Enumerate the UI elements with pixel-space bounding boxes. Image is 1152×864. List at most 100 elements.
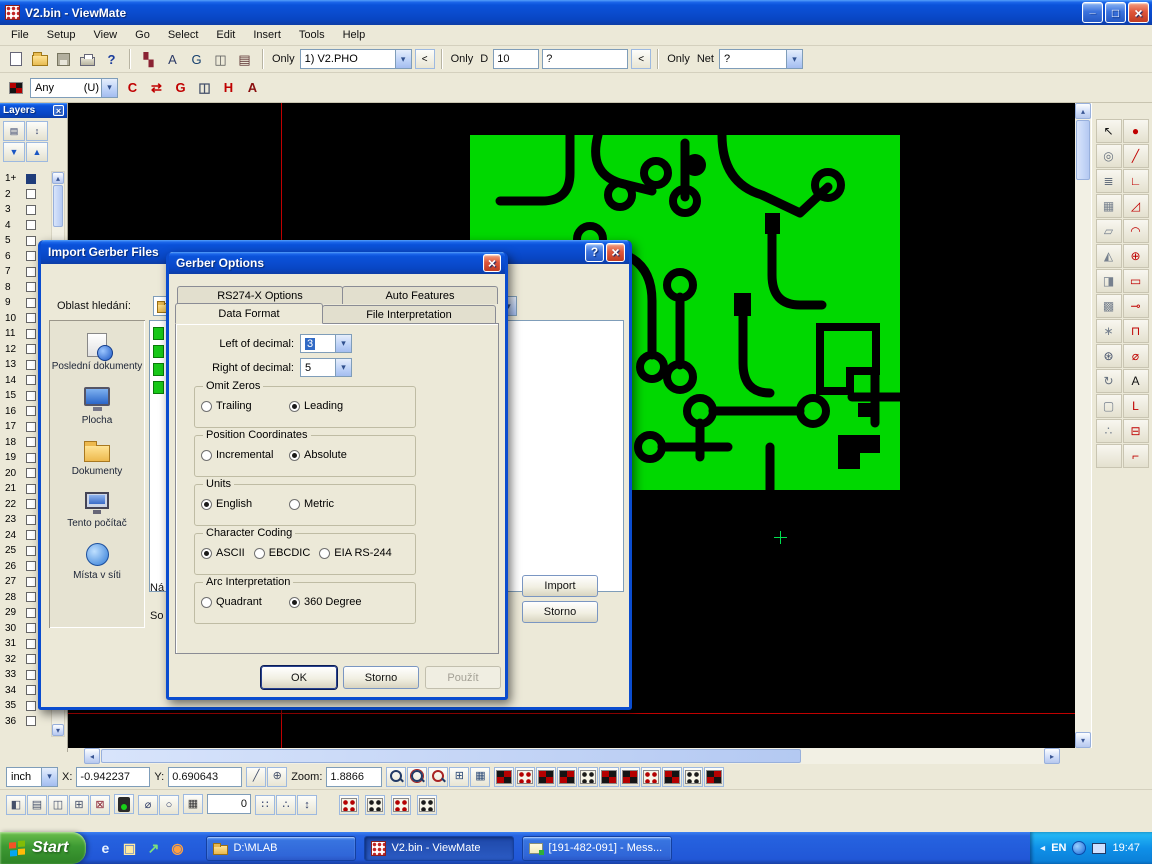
j-tool-icon[interactable]: ⌐ [1123,444,1149,468]
ql-folders-icon[interactable]: ▣ [118,836,140,860]
layer-visibility-checkbox[interactable] [26,267,36,277]
diag-measure-icon[interactable]: ╱ [246,767,266,787]
dcode-list-icon[interactable]: ▦ [183,794,203,814]
cancel-button[interactable]: Storno [343,666,419,689]
overlay-icon[interactable]: ◫ [193,77,216,99]
rotate-ccw-icon[interactable]: ↻ [1096,369,1122,393]
close-button[interactable] [606,243,625,262]
zoom-field[interactable] [326,767,382,787]
frame-icon[interactable]: ▢ [1096,394,1122,418]
half-fill-icon[interactable]: ◨ [1096,269,1122,293]
place-computer[interactable]: Tento počítač [49,485,145,537]
stack-icon[interactable]: ≣ [1096,169,1122,193]
layers-panel-titlebar[interactable]: Layers [0,103,67,118]
radio-quadrant[interactable]: Quadrant [201,596,289,608]
dcode-input[interactable] [493,49,539,69]
circle-dcode-icon[interactable]: ○ [159,795,179,815]
layer-visibility-checkbox[interactable] [26,282,36,292]
mirror-y-icon[interactable]: H [217,77,240,99]
active-layer-combo[interactable]: 1) V2.PHO [300,49,412,69]
layer-visibility-checkbox[interactable] [26,716,36,726]
layer-visibility-checkbox[interactable] [26,530,36,540]
menu-go[interactable]: Go [126,26,159,44]
minimize-button[interactable] [1082,2,1103,23]
apply-button[interactable]: Použít [425,666,501,689]
film-box-icon[interactable]: ◫ [209,48,232,70]
polyline-tool-icon[interactable]: ∟ [1123,169,1149,193]
layer-visibility-checkbox[interactable] [26,360,36,370]
tab-rs274x-options[interactable]: RS274-X Options [177,286,343,304]
combo-arrow-icon[interactable] [786,50,802,68]
pointer-tool-icon[interactable]: ↖ [1096,119,1122,143]
selection-filter-icon[interactable] [4,77,27,99]
layer-visibility-checkbox[interactable] [26,484,36,494]
left-of-decimal-combo[interactable]: 3 [300,334,352,353]
layer-row[interactable]: 3 [2,202,50,218]
tray-display-icon[interactable] [1092,843,1106,854]
radio-360-degree[interactable]: 360 Degree [289,596,377,608]
dcode-film-icon-10[interactable] [683,767,703,787]
place-network[interactable]: Místa v síti [49,536,145,589]
pad-pattern-icon-2[interactable] [365,795,385,815]
rect-tool-icon[interactable]: ▭ [1123,269,1149,293]
start-button[interactable]: Start [0,832,86,864]
hatch-icon[interactable]: ▩ [1096,294,1122,318]
select-mode-combo[interactable]: Any (U) [30,78,118,98]
tab-file-interpretation[interactable]: File Interpretation [322,305,496,323]
scroll-down-icon[interactable]: ▾ [1075,732,1091,748]
dcode-film-icon-9[interactable] [662,767,682,787]
dcode-film-icon-11[interactable] [704,767,724,787]
place-documents[interactable]: Dokumenty [49,433,145,485]
layer-visibility-checkbox[interactable] [26,608,36,618]
blank-tool-icon[interactable] [1096,444,1122,468]
save-icon[interactable] [52,48,75,70]
units-combo[interactable]: inch [6,767,58,787]
filled-square-icon[interactable]: ▦ [1096,194,1122,218]
task-button-viewmate[interactable]: V2.bin - ViewMate [364,836,514,861]
dcode-table-icon[interactable]: ▤ [233,48,256,70]
task-button-message[interactable]: [191-482-091] - Mess... [522,836,672,861]
canvas-hscrollbar[interactable]: ◂ ▸ [84,748,1060,764]
zoom-in-icon[interactable] [428,767,448,787]
menu-setup[interactable]: Setup [38,26,85,44]
scroll-left-icon[interactable]: ◂ [84,748,100,764]
dcode-film-icon-5[interactable] [578,767,598,787]
scroll-up-icon[interactable]: ▴ [1075,103,1091,119]
place-desktop[interactable]: Plocha [49,380,145,434]
arc-tool-icon[interactable]: ◠ [1123,219,1149,243]
combo-arrow-icon[interactable] [335,335,351,352]
net-combo[interactable]: ? [719,49,803,69]
dcode-film-icon-1[interactable] [494,767,514,787]
menu-tools[interactable]: Tools [290,26,334,44]
prev-dcode-button[interactable]: < [631,49,651,69]
cross-icon[interactable]: ∗ [1096,319,1122,343]
layer-visibility-checkbox[interactable] [26,623,36,633]
layer-row[interactable]: 4 [2,218,50,234]
help-button[interactable] [585,243,604,262]
pad-pattern-icon-4[interactable] [417,795,437,815]
layer-visibility-checkbox[interactable] [26,189,36,199]
restore-button[interactable] [1105,2,1126,23]
dots-icon[interactable]: ∴ [1096,419,1122,443]
updown-icon[interactable]: ↕ [297,795,317,815]
language-indicator[interactable]: EN [1051,842,1066,854]
layer-visibility-checkbox[interactable] [26,329,36,339]
place-recent[interactable]: Poslední dokumenty [49,326,145,380]
combo-arrow-icon[interactable] [101,79,117,97]
scroll-right-icon[interactable]: ▸ [1044,748,1060,764]
close-button[interactable] [483,254,501,272]
context-help-icon[interactable] [100,48,123,70]
layer-visibility-checkbox[interactable] [26,220,36,230]
layer-visibility-checkbox[interactable] [26,375,36,385]
cancel-button[interactable]: Storno [522,601,598,623]
close-button[interactable] [1128,2,1149,23]
ok-button[interactable]: OK [261,666,337,689]
layer-visibility-checkbox[interactable] [26,639,36,649]
text-tool-icon[interactable]: A [1123,369,1149,393]
menu-view[interactable]: View [84,26,126,44]
rotate-c-icon[interactable]: C [121,77,144,99]
layers-grid-button[interactable]: ▤ [3,121,25,141]
layer-visibility-checkbox[interactable] [26,422,36,432]
e-tool-icon[interactable]: ⊟ [1123,419,1149,443]
right-of-decimal-combo[interactable]: 5 [300,358,352,377]
